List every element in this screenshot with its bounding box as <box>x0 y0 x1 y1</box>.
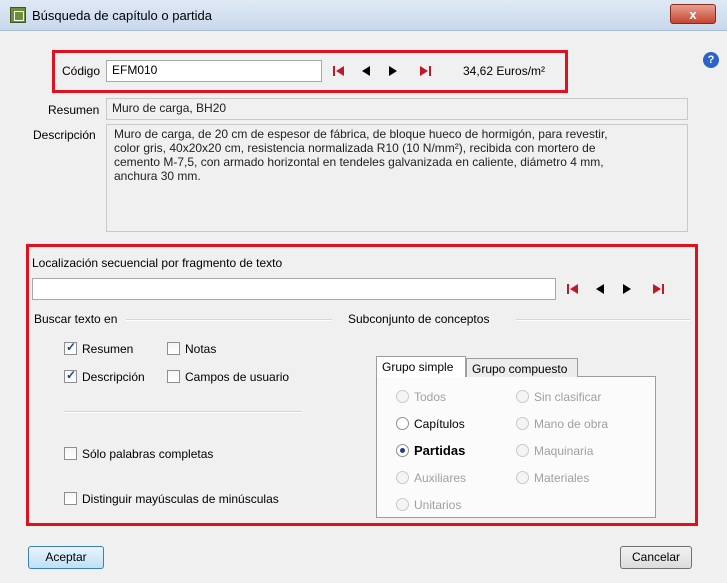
first-record-icon[interactable] <box>332 64 350 78</box>
notas-checkbox[interactable] <box>167 342 180 355</box>
todos-label: Todos <box>414 390 447 404</box>
solo-palabras-label[interactable]: Sólo palabras completas <box>82 447 213 461</box>
last-record-icon[interactable] <box>418 64 436 78</box>
notas-checkbox-label[interactable]: Notas <box>185 342 216 356</box>
descripcion-checkbox[interactable] <box>64 368 77 383</box>
capitulos-label[interactable]: Capítulos <box>414 417 465 431</box>
unitarios-label: Unitarios <box>414 498 462 512</box>
app-icon <box>10 7 26 23</box>
next-record-icon[interactable] <box>387 64 405 78</box>
descripcion-checkbox-label[interactable]: Descripción <box>82 370 145 384</box>
code-label: Código <box>62 64 101 78</box>
cancelar-button[interactable]: Cancelar <box>620 546 692 569</box>
window-title: Búsqueda de capítulo o partida <box>32 8 212 23</box>
materiales-label: Materiales <box>534 471 590 485</box>
campos-checkbox[interactable] <box>167 370 180 383</box>
buscar-heading: Buscar texto en <box>34 312 118 326</box>
resumen-label: Resumen <box>48 103 100 117</box>
subconjunto-divider <box>516 319 690 321</box>
close-button[interactable]: x <box>670 4 716 24</box>
maquinaria-radio[interactable] <box>516 444 529 457</box>
maquinaria-label: Maquinaria <box>534 444 594 458</box>
search-previous-icon[interactable] <box>594 282 612 296</box>
partidas-radio[interactable] <box>396 444 409 457</box>
descripcion-line: cemento M-7,5, con armado horizontal en … <box>114 155 604 169</box>
code-input[interactable]: EFM010 <box>106 60 322 82</box>
todos-radio[interactable] <box>396 390 409 403</box>
resumen-checkbox-label[interactable]: Resumen <box>82 342 133 356</box>
mano-obra-label: Mano de obra <box>534 417 609 431</box>
tab-grupo-compuesto[interactable]: Grupo compuesto <box>466 358 578 377</box>
search-last-icon[interactable] <box>651 282 669 296</box>
options-divider <box>64 411 302 413</box>
resumen-field[interactable]: Muro de carga, BH20 <box>106 98 688 120</box>
dialog-window: Búsqueda de capítulo o partida x ? Códig… <box>0 0 727 583</box>
mano-obra-radio[interactable] <box>516 417 529 430</box>
sin-clasificar-label: Sin clasificar <box>534 390 602 404</box>
distinguir-label[interactable]: Distinguir mayúsculas de minúsculas <box>82 492 279 506</box>
descripcion-line: color gris, 40x20x20 cm, resistencia nor… <box>114 141 596 155</box>
unitarios-radio[interactable] <box>396 498 409 511</box>
capitulos-radio[interactable] <box>396 417 409 430</box>
descripcion-line: Muro de carga, de 20 cm de espesor de fá… <box>114 127 608 141</box>
solo-palabras-checkbox[interactable] <box>64 447 77 460</box>
resumen-checkbox[interactable] <box>64 340 77 355</box>
sin-clasificar-radio[interactable] <box>516 390 529 403</box>
campos-checkbox-label[interactable]: Campos de usuario <box>185 370 289 384</box>
partidas-label[interactable]: Partidas <box>414 443 465 458</box>
price-text: 34,62 Euros/m² <box>463 64 546 78</box>
search-first-icon[interactable] <box>566 282 584 296</box>
search-next-icon[interactable] <box>621 282 639 296</box>
tab-grupo-simple[interactable]: Grupo simple <box>376 356 466 377</box>
help-icon[interactable]: ? <box>703 52 719 68</box>
descripcion-field[interactable]: Muro de carga, de 20 cm de espesor de fá… <box>106 124 688 232</box>
auxiliares-label: Auxiliares <box>414 471 467 485</box>
search-text-input[interactable] <box>32 278 556 300</box>
code-nav <box>332 64 442 78</box>
previous-record-icon[interactable] <box>360 64 378 78</box>
search-heading: Localización secuencial por fragmento de… <box>32 256 283 270</box>
aceptar-button[interactable]: Aceptar <box>28 546 104 569</box>
distinguir-checkbox[interactable] <box>64 492 77 505</box>
title-bar[interactable]: Búsqueda de capítulo o partida x <box>0 0 727 31</box>
descripcion-label: Descripción <box>33 128 96 142</box>
materiales-radio[interactable] <box>516 471 529 484</box>
subconjunto-heading: Subconjunto de conceptos <box>348 312 490 326</box>
buscar-divider <box>126 319 332 321</box>
auxiliares-radio[interactable] <box>396 471 409 484</box>
descripcion-line: anchura 30 mm. <box>114 169 201 183</box>
search-nav <box>566 282 676 296</box>
